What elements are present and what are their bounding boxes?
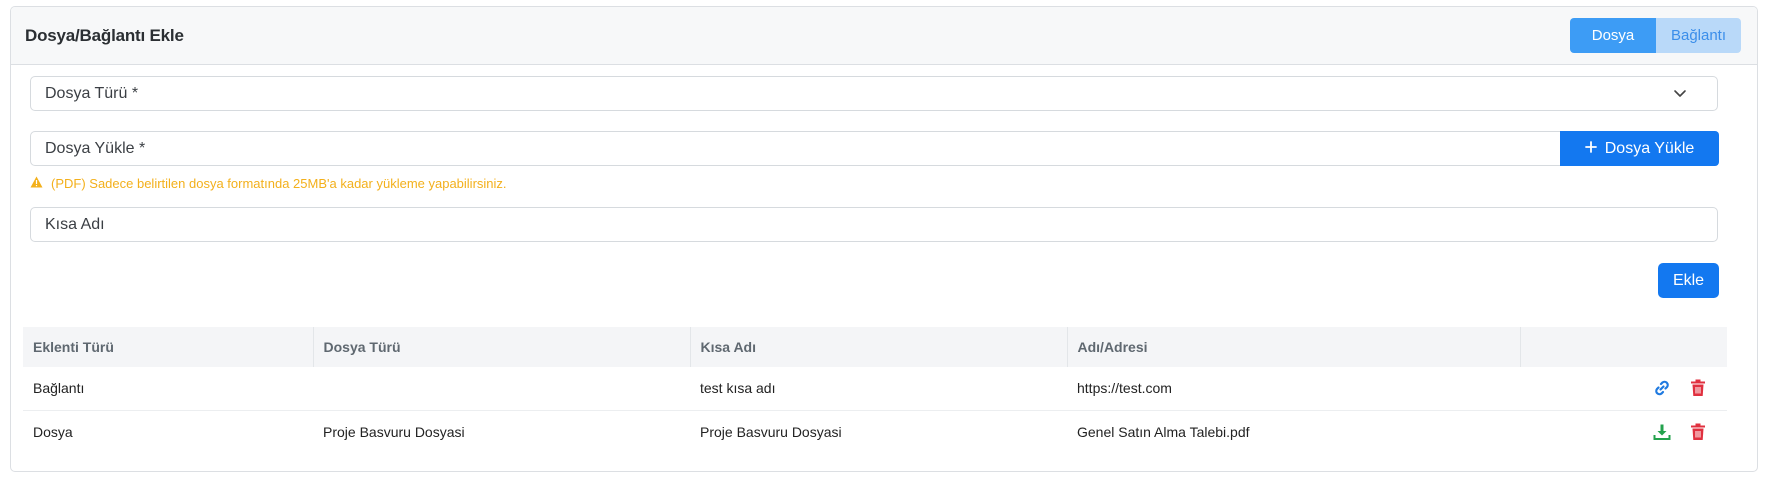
toggle-baglanti-button[interactable]: Bağlantı	[1656, 18, 1741, 53]
short-name-input[interactable]: Kısa Adı	[30, 207, 1718, 242]
cell-type: Dosya	[33, 423, 73, 440]
card-header: Dosya/Bağlantı Ekle Dosya Bağlantı	[11, 7, 1757, 65]
file-upload-placeholder: Dosya Yükle *	[45, 139, 146, 157]
cell-file-type	[313, 367, 690, 410]
attachment-type-toggle: Dosya Bağlantı	[1570, 18, 1741, 53]
column-header: Adı/Adresi	[1067, 327, 1521, 367]
short-name-placeholder: Kısa Adı	[45, 215, 105, 233]
column-header-actions	[1520, 327, 1727, 367]
row-actions	[1530, 421, 1727, 443]
chevron-down-icon	[1673, 86, 1687, 100]
cell-file-type: Proje Basvuru Dosyasi	[323, 423, 465, 440]
cell-actions	[1520, 410, 1727, 453]
upload-warning-text: (PDF) Sadece belirtilen dosya formatında…	[51, 176, 507, 191]
column-header: Dosya Türü	[313, 327, 691, 367]
link-icon[interactable]	[1651, 377, 1673, 399]
cell-actions	[1520, 367, 1727, 410]
trash-icon[interactable]	[1687, 421, 1709, 443]
page-title: Dosya/Bağlantı Ekle	[25, 25, 184, 45]
download-icon[interactable]	[1651, 421, 1673, 443]
plus-icon	[1584, 140, 1597, 158]
cell-short-name: test kısa adı	[700, 380, 776, 397]
table-row: Bağlantı test kısa adı https://test.com	[23, 367, 1727, 410]
warning-icon	[30, 176, 43, 191]
column-header: Kısa Adı	[690, 327, 1068, 367]
file-type-select[interactable]: Dosya Türü *	[30, 76, 1718, 111]
table-header-row: Eklenti Türü Dosya Türü Kısa Adı Adı/Adr…	[23, 327, 1727, 367]
cell-address: Genel Satın Alma Talebi.pdf	[1077, 423, 1250, 440]
file-upload-button-label: Dosya Yükle	[1604, 139, 1695, 157]
file-upload-field[interactable]: Dosya Yükle *	[30, 131, 1561, 166]
cell-short-name: Proje Basvuru Dosyasi	[700, 423, 842, 440]
file-type-placeholder: Dosya Türü *	[45, 84, 139, 102]
table-row: Dosya Proje Basvuru Dosyasi Proje Basvur…	[23, 410, 1727, 453]
add-button[interactable]: Ekle	[1658, 263, 1719, 298]
upload-warning: (PDF) Sadece belirtilen dosya formatında…	[30, 176, 507, 191]
cell-address: https://test.com	[1077, 380, 1172, 397]
file-upload-button[interactable]: Dosya Yükle	[1560, 131, 1719, 166]
cell-type: Bağlantı	[33, 380, 85, 397]
trash-icon[interactable]	[1687, 377, 1709, 399]
column-header: Eklenti Türü	[23, 327, 314, 367]
attachments-table: Eklenti Türü Dosya Türü Kısa Adı Adı/Adr…	[23, 327, 1727, 453]
toggle-dosya-button[interactable]: Dosya	[1570, 18, 1656, 53]
row-actions	[1530, 377, 1727, 399]
